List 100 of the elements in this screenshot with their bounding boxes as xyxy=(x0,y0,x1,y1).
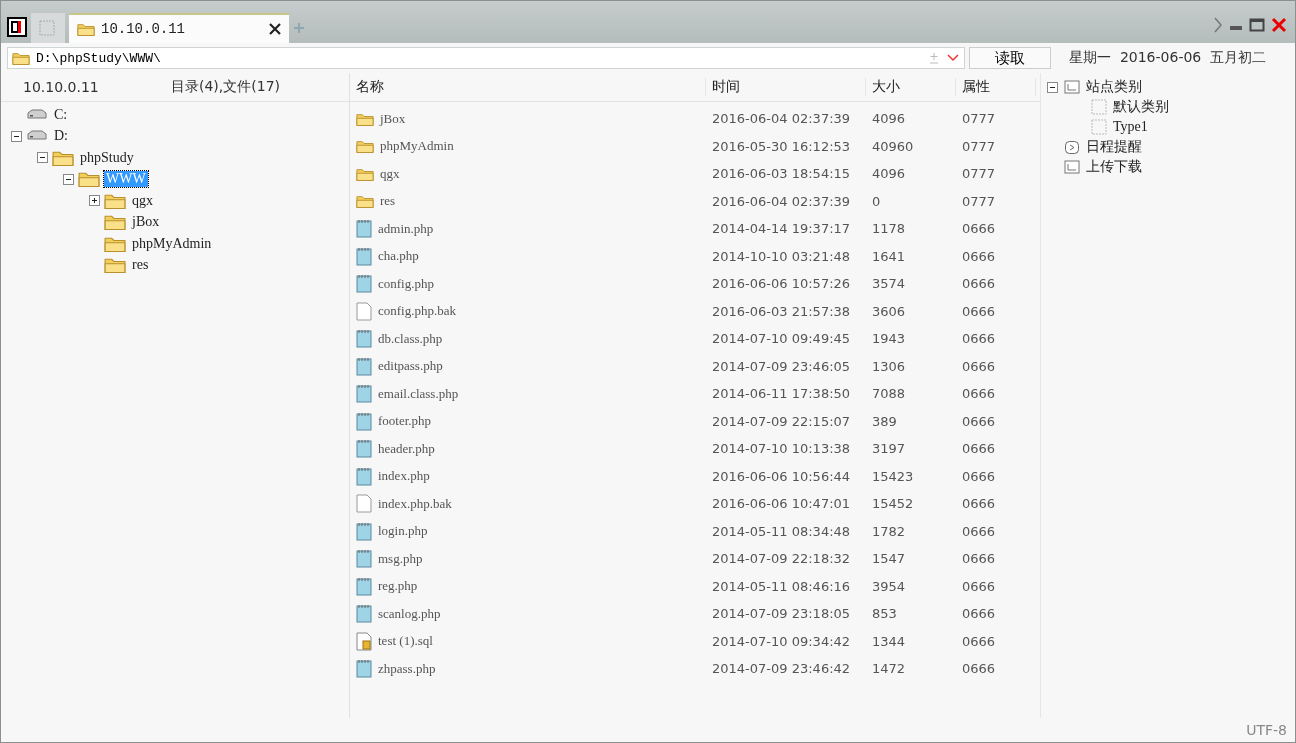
file-row[interactable]: qgx 2016-06-03 18:54:15 4096 0777 xyxy=(350,160,1040,188)
read-button[interactable]: 读取 xyxy=(969,47,1051,69)
column-header[interactable]: 大小 xyxy=(866,78,956,96)
side-tree-item[interactable]: 默认类别 xyxy=(1113,98,1169,116)
file-row[interactable]: reg.php 2014-05-11 08:46:16 3954 0666 xyxy=(350,572,1040,600)
file-row[interactable]: db.class.php 2014-07-10 09:49:45 1943 0666 xyxy=(350,325,1040,353)
path-input[interactable]: D:\phpStudy\WWW\ xyxy=(36,50,922,66)
notepad-icon xyxy=(356,246,372,266)
tree-item[interactable]: res xyxy=(130,257,151,274)
file-name: reg.php xyxy=(378,578,418,595)
collapse-toggle-icon[interactable] xyxy=(11,130,22,142)
table-cell-text: 389 xyxy=(871,413,898,429)
notepad-icon xyxy=(356,439,372,459)
tree-item[interactable]: C: xyxy=(52,106,70,123)
table-cell-text: 0777 xyxy=(961,111,997,127)
tab[interactable]: 10.10.0.11 xyxy=(69,13,289,43)
file-row[interactable]: login.php 2014-05-11 08:34:48 1782 0666 xyxy=(350,517,1040,545)
file-row[interactable]: footer.php 2014-07-09 22:15:07 389 0666 xyxy=(350,407,1040,435)
side-tree-item[interactable]: 站点类别 xyxy=(1086,78,1142,96)
file-row[interactable]: test (1).sql 2014-07-10 09:34:42 1344 0666 xyxy=(350,627,1040,655)
file-row[interactable]: email.class.php 2014-06-11 17:38:50 7088 0666 xyxy=(350,380,1040,408)
panel-icon xyxy=(1064,80,1080,94)
tree-item[interactable]: phpStudy xyxy=(78,149,136,166)
tree-item[interactable]: D: xyxy=(52,128,70,145)
expand-toggle-icon[interactable] xyxy=(89,195,100,207)
file-row[interactable]: cha.php 2014-10-10 03:21:48 1641 0666 xyxy=(350,242,1040,270)
table-cell-text: 2014-07-09 23:18:05 xyxy=(711,606,852,622)
tree-item[interactable]: phpMyAdmin xyxy=(130,235,214,252)
table-cell-text: 2014-10-10 03:21:48 xyxy=(711,248,852,264)
collapse-toggle-icon[interactable] xyxy=(63,173,74,185)
table-cell-text: 3954 xyxy=(871,578,907,594)
tree-item[interactable]: qgx xyxy=(130,192,155,209)
collapse-toggle-icon[interactable] xyxy=(37,152,48,164)
file-name: res xyxy=(380,193,396,210)
table-cell-text: 2016-06-06 10:56:44 xyxy=(711,468,852,484)
table-cell-text: 2016-06-03 18:54:15 xyxy=(711,166,852,182)
table-cell-text: 1344 xyxy=(871,633,907,649)
collapse-toggle-icon[interactable] xyxy=(1047,81,1058,93)
maximize-icon[interactable] xyxy=(1249,18,1265,32)
file-name: admin.php xyxy=(378,220,434,237)
folder-icon xyxy=(356,166,374,181)
table-cell-text: 2014-07-09 23:46:05 xyxy=(711,358,852,374)
table-cell-text: 1641 xyxy=(871,248,907,264)
table-cell-text: 3197 xyxy=(871,441,907,457)
tree-item[interactable]: jBox xyxy=(130,214,162,231)
folder-icon xyxy=(78,170,100,189)
column-header[interactable]: 属性 xyxy=(956,78,1036,96)
file-row[interactable]: config.php.bak 2016-06-03 21:57:38 3606 0666 xyxy=(350,297,1040,325)
file-row[interactable]: header.php 2014-07-10 10:13:38 3197 0666 xyxy=(350,435,1040,463)
side-tree-item[interactable]: 上传下载 xyxy=(1086,158,1142,176)
table-cell-text: 15452 xyxy=(871,496,915,512)
file-row[interactable]: index.php 2016-06-06 10:56:44 15423 0666 xyxy=(350,462,1040,490)
file-row[interactable]: scanlog.php 2014-07-09 23:18:05 853 0666 xyxy=(350,600,1040,628)
file-row[interactable]: phpMyAdmin 2016-05-30 16:12:53 40960 0777 xyxy=(350,132,1040,160)
notepad-icon xyxy=(356,384,372,404)
table-cell-text: 0666 xyxy=(961,221,997,237)
table-cell-text: 2016-06-03 21:57:38 xyxy=(711,303,852,319)
dotted-square-icon xyxy=(1091,119,1107,135)
close-icon[interactable] xyxy=(269,23,281,35)
chevron-down-icon[interactable] xyxy=(946,53,960,63)
path-field[interactable]: D:\phpStudy\WWW\ xyxy=(7,47,965,69)
file-name: header.php xyxy=(378,440,435,457)
notepad-icon xyxy=(356,329,372,349)
column-header[interactable]: 时间 xyxy=(706,78,866,96)
file-row[interactable]: jBox 2016-06-04 02:37:39 4096 0777 xyxy=(350,105,1040,133)
file-row[interactable]: admin.php 2014-04-14 19:37:17 1178 0666 xyxy=(350,215,1040,243)
file-name: msg.php xyxy=(378,550,423,567)
table-cell-text: 0777 xyxy=(961,138,997,154)
side-tree-item[interactable]: 日程提醒 xyxy=(1086,138,1142,156)
file-name: phpMyAdmin xyxy=(380,138,454,155)
table-cell-text: 0666 xyxy=(961,496,997,512)
notepad-icon xyxy=(356,274,372,294)
file-row[interactable]: zhpass.php 2014-07-09 23:46:42 1472 0666 xyxy=(350,655,1040,683)
table-cell-text: 0666 xyxy=(961,523,997,539)
folder-icon xyxy=(77,21,95,37)
notepad-icon xyxy=(356,659,372,679)
table-cell-text: 0666 xyxy=(961,606,997,622)
file-name: jBox xyxy=(380,110,406,127)
column-header[interactable]: 名称 xyxy=(350,78,706,96)
chevron-right-icon[interactable] xyxy=(1213,17,1223,33)
table-cell-text: 0666 xyxy=(961,661,997,677)
table-cell-text: 0666 xyxy=(961,358,997,374)
table-cell-text: 0666 xyxy=(961,303,997,319)
table-cell-text: 2014-07-09 22:15:07 xyxy=(711,413,852,429)
table-cell-text: 1178 xyxy=(871,221,907,237)
file-row[interactable]: res 2016-06-04 02:37:39 0 0777 xyxy=(350,187,1040,215)
file-row[interactable]: index.php.bak 2016-06-06 10:47:01 15452 0666 xyxy=(350,490,1040,518)
table-cell-text: 2016-06-04 02:37:39 xyxy=(711,193,852,209)
file-name: config.php.bak xyxy=(378,303,456,320)
table-cell-text: 1306 xyxy=(871,358,907,374)
file-row[interactable]: editpass.php 2014-07-09 23:46:05 1306 0666 xyxy=(350,352,1040,380)
file-name: index.php xyxy=(378,468,430,485)
host-label: 10.10.0.11 xyxy=(22,79,100,95)
file-row[interactable]: config.php 2016-06-06 10:57:26 3574 0666 xyxy=(350,270,1040,298)
table-cell-text: 0666 xyxy=(961,386,997,402)
table-cell-text: 2016-06-04 02:37:39 xyxy=(711,111,852,127)
file-row[interactable]: msg.php 2014-07-09 22:18:32 1547 0666 xyxy=(350,545,1040,573)
summary-label: 目录(4),文件(17) xyxy=(171,78,282,96)
side-tree-item[interactable]: Type1 xyxy=(1113,119,1148,135)
table-cell-text: 0666 xyxy=(961,441,997,457)
